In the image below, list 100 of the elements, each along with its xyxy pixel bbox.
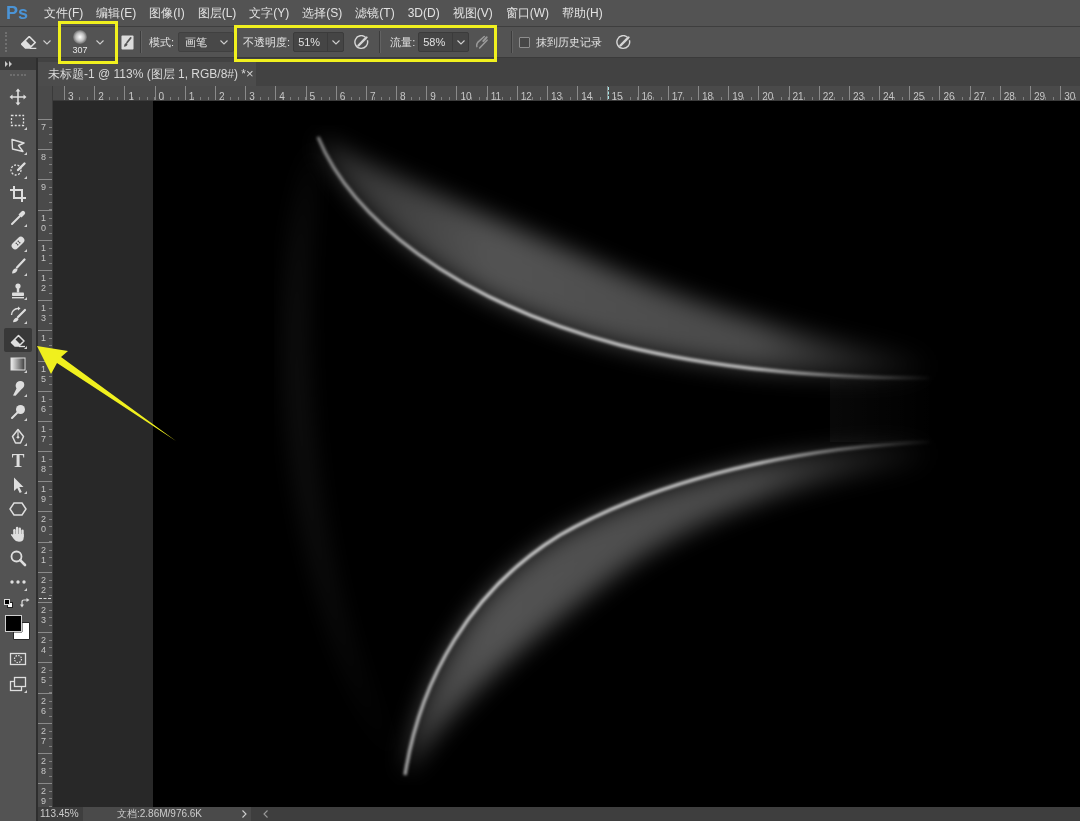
opacity-field[interactable]: 51% — [293, 32, 345, 52]
hexagon-icon — [9, 500, 27, 519]
ruler-label: 18 — [701, 90, 714, 100]
default-colors-icon[interactable] — [4, 599, 13, 609]
cursor-marker-icon — [39, 598, 51, 599]
caret-icon[interactable] — [456, 39, 465, 45]
ruler-label: 27 — [973, 90, 985, 100]
background-color-swatch[interactable] — [13, 622, 30, 641]
ruler-label: 16 — [641, 90, 653, 100]
ruler-label: 29 — [41, 786, 47, 807]
ruler-label: 8 — [41, 152, 47, 163]
ruler-label: 12 — [41, 272, 47, 293]
ruler-label: 8 — [400, 90, 406, 100]
dashed-rectangle-icon — [9, 112, 27, 131]
menu-item[interactable]: 3D(D) — [407, 6, 440, 20]
stamp-icon — [9, 282, 27, 301]
ruler-label: 1 — [128, 90, 134, 100]
brush-panel-icon[interactable] — [121, 34, 134, 50]
ruler-label: 13 — [551, 90, 563, 100]
tool-button[interactable] — [4, 327, 32, 352]
dodge-icon — [9, 403, 27, 422]
ruler-label: 13 — [41, 303, 47, 324]
ruler-label: 20 — [41, 514, 47, 535]
mode-label: 模式: — [149, 35, 175, 49]
ruler-label: 21 — [41, 544, 47, 565]
soft-brush-icon[interactable] — [73, 29, 87, 44]
opacity-label: 不透明度: — [243, 35, 291, 49]
menu-item[interactable]: 帮助(H) — [562, 6, 603, 20]
ruler-label: 28 — [41, 755, 47, 776]
double-chevron-icon[interactable] — [5, 61, 13, 67]
ruler-label: 12 — [520, 90, 532, 100]
document-size: 文档:2.86M/976.6K — [117, 808, 203, 820]
close-button[interactable]: × — [246, 67, 254, 81]
gradient-icon — [9, 354, 27, 373]
ruler-label: 10 — [41, 212, 47, 233]
menu-item[interactable]: 文字(Y) — [249, 6, 290, 20]
ruler-label: 22 — [41, 574, 47, 595]
ruler-label: 9 — [430, 90, 436, 100]
ruler-label: 11 — [41, 242, 47, 263]
cursor-marker-icon — [608, 87, 609, 99]
ruler-label: 3 — [68, 90, 74, 100]
ruler-label: 17 — [671, 90, 683, 100]
ruler-label: 20 — [762, 90, 774, 100]
scroll-left-icon[interactable] — [263, 810, 268, 818]
ruler-label: 18 — [41, 454, 47, 475]
caret-icon[interactable] — [96, 39, 104, 45]
menu-item[interactable]: 图像(I) — [149, 6, 185, 20]
move-arrows-icon — [9, 88, 27, 107]
foreground-color-swatch[interactable] — [5, 615, 22, 633]
menu-item[interactable]: 文件(F) — [44, 6, 84, 20]
menu-item[interactable]: 选择(S) — [302, 6, 343, 20]
ruler-label: 23 — [41, 605, 47, 625]
ruler-label: 17 — [41, 423, 47, 444]
ruler-label: 30 — [1064, 90, 1076, 100]
menu-item[interactable]: 窗口(W) — [505, 6, 549, 20]
history-brush-icon — [9, 306, 27, 325]
ruler-label: 5 — [309, 90, 316, 100]
airbrush-icon[interactable] — [475, 35, 489, 49]
ruler-label: 27 — [41, 725, 47, 746]
menu-item[interactable]: 编辑(E) — [96, 6, 137, 20]
ruler-label: 11 — [490, 90, 501, 100]
caret-icon[interactable] — [331, 39, 340, 45]
polygon-lasso-icon — [9, 136, 27, 155]
ruler-label: 6 — [339, 90, 346, 100]
ruler-label: 4 — [279, 90, 285, 100]
flow-label: 流量: — [390, 35, 416, 49]
slashed-circle-icon[interactable] — [354, 34, 370, 50]
swap-arrow-icon[interactable] — [20, 598, 30, 609]
eyedropper-icon — [9, 209, 27, 228]
ruler-label: 1 — [41, 333, 47, 344]
ruler-label: 21 — [792, 90, 804, 100]
panel-collapse-bar[interactable] — [0, 58, 36, 70]
eraser-icon[interactable] — [21, 35, 37, 49]
flow-field[interactable]: 58% — [418, 32, 470, 52]
tool-button[interactable]: T — [4, 448, 32, 473]
ruler-label: 2 — [218, 90, 225, 100]
more-icon — [9, 579, 27, 591]
ruler-label: 10 — [460, 90, 472, 100]
ruler-label: 14 — [581, 90, 593, 100]
ruler-label: 19 — [732, 90, 744, 100]
menu-item[interactable]: 图层(L) — [197, 6, 237, 20]
ruler-label: 19 — [41, 484, 47, 505]
mode-dropdown[interactable]: 画笔 — [178, 32, 235, 52]
ruler-label: 26 — [943, 90, 955, 100]
ruler-label: 0 — [158, 90, 165, 100]
caret-icon[interactable] — [43, 39, 51, 45]
ruler-label: 25 — [913, 90, 925, 100]
caret-icon[interactable] — [220, 39, 229, 45]
checkbox-label[interactable]: 抹到历史记录 — [536, 35, 603, 49]
document-tab[interactable]: 未标题-1 @ 113% (图层 1, RGB/8#) *× — [38, 62, 256, 86]
slashed-circle-icon[interactable] — [616, 34, 632, 50]
history-checkbox[interactable] — [519, 36, 531, 48]
zoom-level[interactable]: 113.45% — [40, 808, 83, 820]
app-logo: Ps — [6, 3, 30, 23]
brush-size-label: 307 — [72, 44, 88, 55]
caret-right-icon[interactable] — [242, 810, 247, 818]
brush-selection-icon — [9, 160, 27, 179]
menu-item[interactable]: 滤镜(T) — [355, 6, 395, 20]
menu-item[interactable]: 视图(V) — [452, 6, 493, 20]
ruler-label: 15 — [41, 363, 47, 384]
